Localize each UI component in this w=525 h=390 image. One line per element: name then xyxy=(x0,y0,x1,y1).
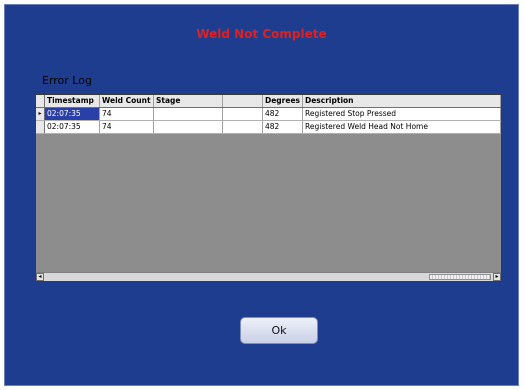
row-header xyxy=(36,121,45,133)
cell-timestamp[interactable]: 02:07:35 xyxy=(45,121,100,133)
cell-description[interactable]: Registered Stop Pressed xyxy=(303,108,501,120)
error-log-label: Error Log xyxy=(42,74,92,87)
horizontal-scrollbar[interactable]: ◂ ▸ xyxy=(36,272,501,281)
cell-stage[interactable] xyxy=(154,121,223,133)
cell-stage[interactable] xyxy=(154,108,223,120)
current-row-marker-icon: ▸ xyxy=(36,108,45,120)
dialog-title: Weld Not Complete xyxy=(196,27,327,41)
scroll-left-arrow-icon[interactable]: ◂ xyxy=(36,273,44,281)
cell-timestamp[interactable]: 02:07:35 xyxy=(45,108,100,120)
ok-button[interactable]: Ok xyxy=(240,317,318,344)
cell-description[interactable]: Registered Weld Head Not Home xyxy=(303,121,501,133)
scroll-right-arrow-icon[interactable]: ▸ xyxy=(493,273,501,281)
grid-header: Timestamp Weld Count Stage Degrees Descr… xyxy=(36,95,501,108)
column-header-description[interactable]: Description xyxy=(303,95,501,107)
dialog-panel: Weld Not Complete Error Log Timestamp We… xyxy=(4,4,519,386)
cell-blank[interactable] xyxy=(223,121,263,133)
cell-degrees[interactable]: 482 xyxy=(263,108,303,120)
cell-weld-count[interactable]: 74 xyxy=(100,121,154,133)
column-header-blank[interactable] xyxy=(223,95,263,107)
column-header-stage[interactable]: Stage xyxy=(154,95,223,107)
table-row[interactable]: 02:07:35 74 482 Registered Weld Head Not… xyxy=(36,121,501,134)
error-log-grid[interactable]: Timestamp Weld Count Stage Degrees Descr… xyxy=(35,94,502,282)
row-header-corner xyxy=(36,95,45,107)
table-row[interactable]: ▸ 02:07:35 74 482 Registered Stop Presse… xyxy=(36,108,501,121)
cell-blank[interactable] xyxy=(223,108,263,120)
column-header-degrees[interactable]: Degrees xyxy=(263,95,303,107)
cell-degrees[interactable]: 482 xyxy=(263,121,303,133)
cell-weld-count[interactable]: 74 xyxy=(100,108,154,120)
column-header-weld-count[interactable]: Weld Count xyxy=(100,95,154,107)
column-header-timestamp[interactable]: Timestamp xyxy=(45,95,100,107)
scrollbar-thumb[interactable] xyxy=(429,274,491,280)
